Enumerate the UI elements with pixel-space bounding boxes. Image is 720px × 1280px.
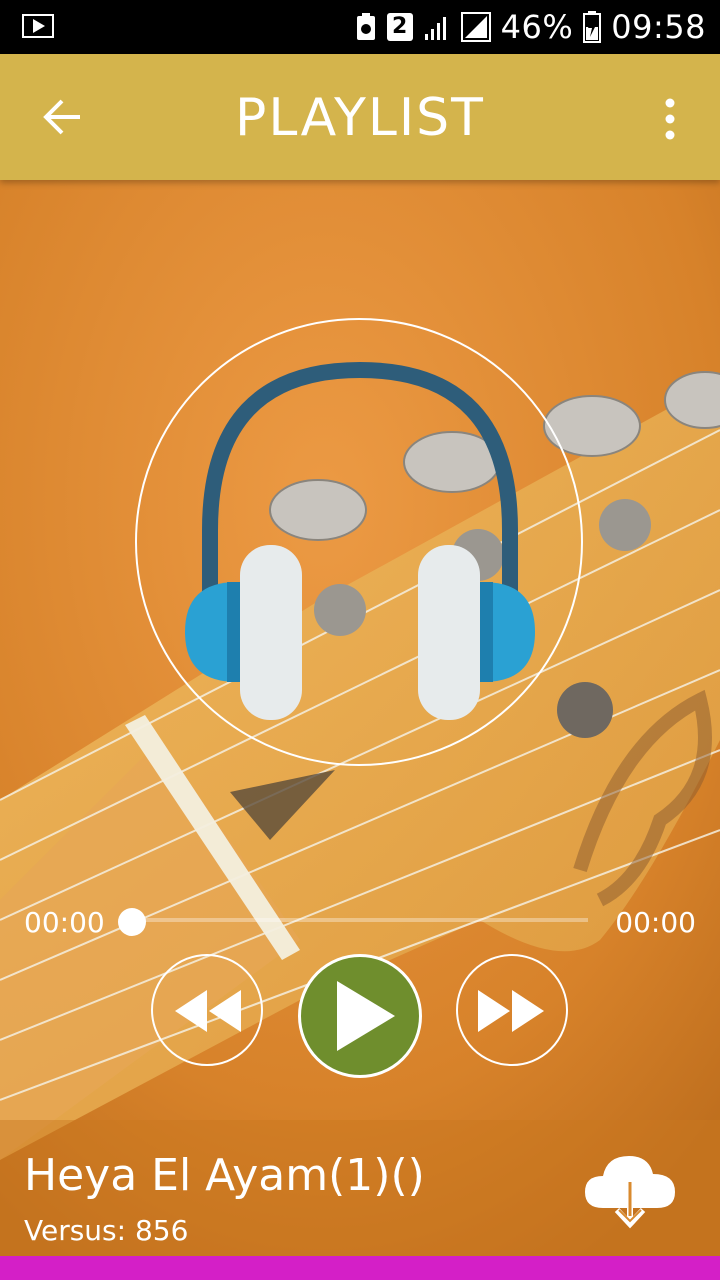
elapsed-time: 00:00 xyxy=(24,906,105,939)
track-meta: Versus: 856 xyxy=(24,1214,189,1247)
more-vertical-icon[interactable] xyxy=(652,94,688,144)
seek-bar[interactable] xyxy=(132,918,588,922)
fast-forward-button[interactable] xyxy=(456,954,568,1066)
play-store-icon xyxy=(22,14,54,38)
rewind-button[interactable] xyxy=(151,954,263,1066)
play-button[interactable] xyxy=(298,954,422,1078)
app-bar: PLAYLIST xyxy=(0,54,720,180)
recycle-icon xyxy=(356,13,375,40)
signal-2-icon xyxy=(460,12,491,42)
seek-thumb[interactable] xyxy=(118,908,146,936)
sim-badge: 2 xyxy=(386,13,413,41)
page-title: PLAYLIST xyxy=(235,88,485,148)
status-right: 2 46% 09:58 xyxy=(355,8,706,46)
battery-percent: 46% xyxy=(500,8,574,46)
clock: 09:58 xyxy=(611,8,706,46)
rewind-icon xyxy=(175,990,241,1032)
headphones-icon xyxy=(185,361,535,720)
bottom-strip xyxy=(0,1256,720,1280)
track-title: Heya El Ayam(1)() xyxy=(24,1150,425,1201)
fast-forward-icon xyxy=(478,990,544,1032)
status-bar: 2 46% 09:58 xyxy=(0,0,720,54)
play-icon xyxy=(337,981,395,1051)
cloud-download-icon[interactable] xyxy=(583,1146,677,1232)
duration-time: 00:00 xyxy=(615,906,696,939)
battery-charging-icon xyxy=(583,11,602,43)
signal-icon xyxy=(424,17,446,40)
